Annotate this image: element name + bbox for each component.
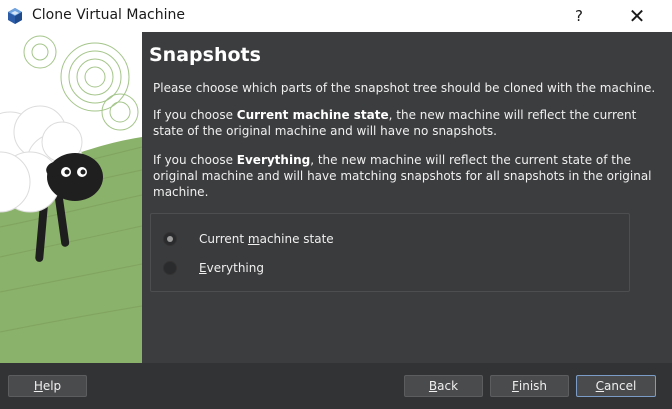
page-title: Snapshots xyxy=(149,44,261,66)
finish-button[interactable]: Finish xyxy=(490,375,569,397)
intro-text: Please choose which parts of the snapsho… xyxy=(153,81,656,95)
everything-description: If you choose Everything, the new machin… xyxy=(153,153,652,199)
option-everything[interactable]: Everything xyxy=(163,258,264,278)
close-icon: ✕ xyxy=(628,4,646,28)
sheep-artwork xyxy=(0,32,142,363)
button-bar: Help Back Finish Cancel xyxy=(0,363,672,409)
clone-vm-dialog: Clone Virtual Machine ? ✕ Snapshots Plea… xyxy=(0,0,672,409)
back-button[interactable]: Back xyxy=(404,375,483,397)
radio-current-machine-state[interactable] xyxy=(163,232,177,246)
current-state-emphasis: Current machine state xyxy=(236,108,389,122)
cancel-button[interactable]: Cancel xyxy=(576,375,656,397)
clone-mode-group: Current machine state Everything xyxy=(150,213,630,292)
close-button[interactable]: ✕ xyxy=(614,0,660,32)
sheep-illustration xyxy=(0,32,142,363)
everything-emphasis: Everything xyxy=(236,153,311,167)
virtualbox-cube-icon xyxy=(8,8,22,24)
radio-everything[interactable] xyxy=(163,261,177,275)
option-current-machine-state[interactable]: Current machine state xyxy=(163,229,334,249)
title-bar: Clone Virtual Machine ? ✕ xyxy=(0,0,672,32)
help-button[interactable]: Help xyxy=(8,375,87,397)
option-label-everything: Everything xyxy=(199,261,264,275)
question-mark-icon: ? xyxy=(575,7,583,25)
page-content: Snapshots Please choose which parts of t… xyxy=(142,32,672,363)
option-label-current-machine-state: Current machine state xyxy=(199,232,334,246)
window-title: Clone Virtual Machine xyxy=(32,7,185,23)
context-help-button[interactable]: ? xyxy=(556,0,602,32)
current-state-description: If you choose Current machine state, the… xyxy=(153,108,637,138)
